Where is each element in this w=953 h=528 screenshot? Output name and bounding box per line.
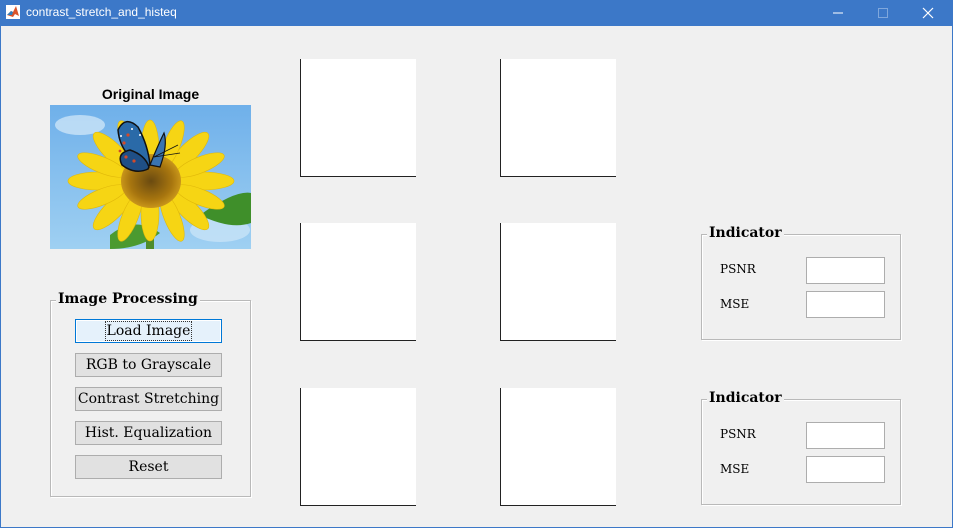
hist-equalization-button[interactable]: Hist. Equalization <box>75 421 222 445</box>
title-bar: contrast_stretch_and_histeq <box>0 0 953 26</box>
axes-row1-col2 <box>500 59 616 177</box>
rgb-to-grayscale-label: RGB to Grayscale <box>85 357 212 373</box>
rgb-to-grayscale-button[interactable]: RGB to Grayscale <box>75 353 222 377</box>
reset-button[interactable]: Reset <box>75 455 222 479</box>
close-button[interactable] <box>905 0 951 26</box>
contrast-stretching-label: Contrast Stretching <box>77 391 220 407</box>
mse-label-2: MSE <box>720 462 750 476</box>
axes-row2-col1 <box>300 223 416 341</box>
psnr-label-1: PSNR <box>720 262 756 276</box>
psnr-label-2: PSNR <box>720 427 756 441</box>
contrast-stretching-button[interactable]: Contrast Stretching <box>75 387 222 411</box>
indicator-panel-2: Indicator PSNR MSE <box>701 390 901 505</box>
axes-row3-col1 <box>300 388 416 506</box>
maximize-button[interactable] <box>860 0 906 26</box>
original-image-title: Original Image <box>101 86 200 102</box>
axes-row2-col2 <box>500 223 616 341</box>
original-image <box>50 105 251 249</box>
window-title: contrast_stretch_and_histeq <box>26 5 177 19</box>
maximize-icon <box>878 8 888 18</box>
mse-field-2[interactable] <box>806 456 885 483</box>
minimize-icon <box>833 12 843 14</box>
close-icon <box>922 7 934 19</box>
mse-label-1: MSE <box>720 297 750 311</box>
indicator-panel-1: Indicator PSNR MSE <box>701 225 901 340</box>
reset-label: Reset <box>128 459 169 475</box>
load-image-label: Load Image <box>104 321 193 341</box>
psnr-field-2[interactable] <box>806 422 885 449</box>
indicator-title-1: Indicator <box>707 225 784 241</box>
load-image-button[interactable]: Load Image <box>75 319 222 343</box>
image-processing-title: Image Processing <box>56 291 200 307</box>
image-processing-panel: Image Processing Load Image RGB to Grays… <box>50 291 251 497</box>
hist-equalization-label: Hist. Equalization <box>84 425 213 441</box>
axes-row3-col2 <box>500 388 616 506</box>
minimize-button[interactable] <box>815 0 861 26</box>
mse-field-1[interactable] <box>806 291 885 318</box>
axes-row1-col1 <box>300 59 416 177</box>
matlab-icon <box>6 5 20 19</box>
indicator-title-2: Indicator <box>707 390 784 406</box>
psnr-field-1[interactable] <box>806 257 885 284</box>
